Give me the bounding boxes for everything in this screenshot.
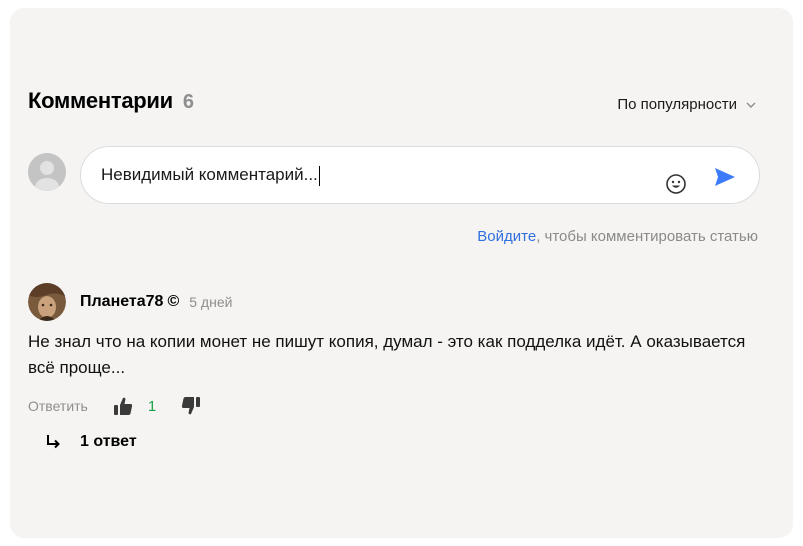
thumbs-up-icon[interactable]: [112, 395, 134, 417]
comment-text: Не знал что на копии монет не пишут копи…: [28, 332, 746, 377]
thumbs-down-icon[interactable]: [180, 395, 202, 417]
author-badge: ©: [167, 293, 180, 310]
sort-dropdown[interactable]: По популярности: [617, 96, 757, 113]
comment-input-box[interactable]: Невидимый комментарий...: [80, 146, 760, 204]
comment-time: 5 дней: [189, 294, 233, 310]
user-placeholder-icon: [28, 153, 66, 191]
replies-label: 1 ответ: [80, 433, 137, 450]
comment-item: Планета78 © 5 дней Не знал что на копии …: [28, 283, 768, 451]
comments-title: Комментарии: [28, 88, 173, 113]
login-prompt-text: , чтобы комментировать статью: [536, 228, 758, 245]
login-prompt: Войдите, чтобы комментировать статью: [477, 228, 758, 245]
reply-arrow-icon: [47, 435, 60, 449]
avatar[interactable]: [28, 283, 66, 321]
likes-count: 1: [147, 397, 157, 415]
comments-count: 6: [182, 91, 194, 113]
emoji-icon[interactable]: [665, 173, 687, 195]
show-replies-button[interactable]: 1 ответ: [44, 433, 768, 451]
comment-author[interactable]: Планета78: [80, 293, 163, 311]
comments-header: Комментарии 6: [28, 88, 194, 114]
reply-button[interactable]: Ответить: [28, 398, 88, 414]
login-link[interactable]: Войдите: [477, 228, 536, 245]
comment-input[interactable]: Невидимый комментарий...: [101, 165, 621, 186]
comment-input-value: Невидимый комментарий...: [101, 165, 318, 184]
text-caret: [318, 165, 320, 186]
chevron-down-icon: [746, 102, 756, 108]
comment-actions: Ответить 1: [28, 395, 768, 417]
send-icon[interactable]: [713, 165, 737, 189]
sort-label: По популярности: [617, 96, 737, 113]
comment-header: Планета78 © 5 дней: [28, 283, 768, 321]
